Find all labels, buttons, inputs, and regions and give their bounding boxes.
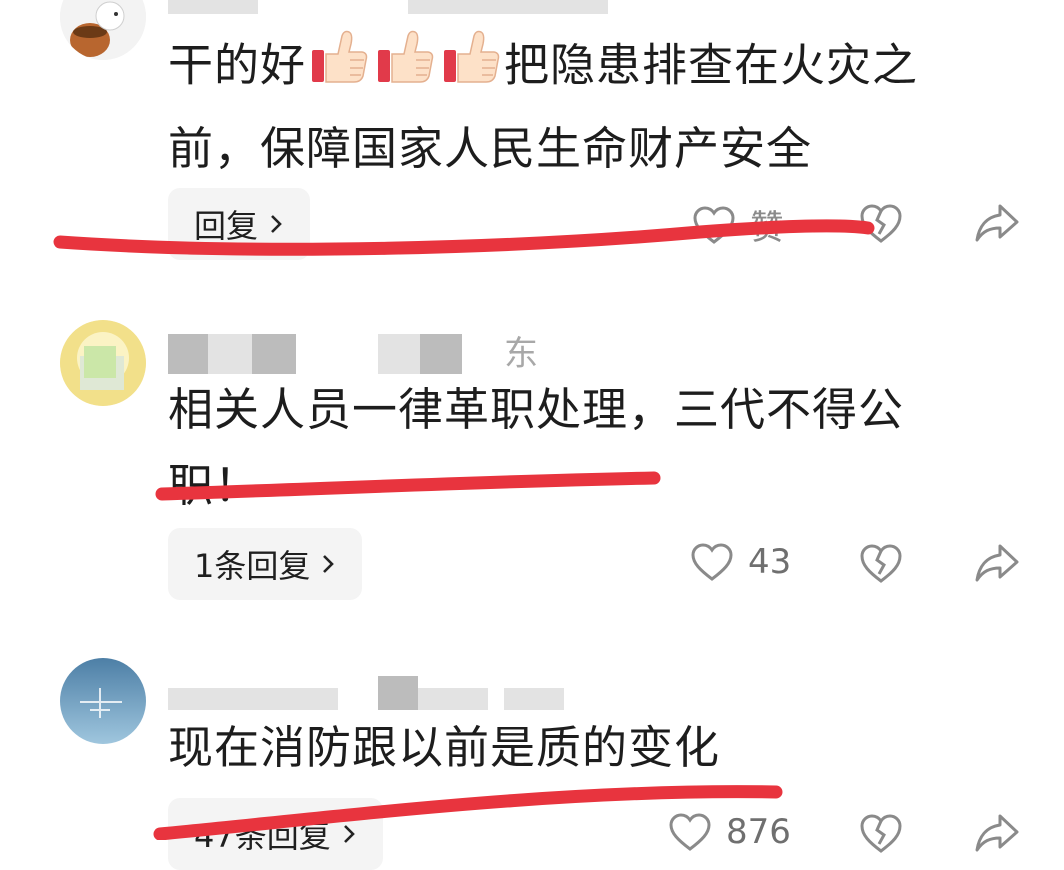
like-count: 876 [726, 812, 791, 852]
comment-text-line2: 职！ [168, 459, 261, 512]
location-label: 东 [504, 334, 538, 374]
like-button[interactable]: 赞 [692, 200, 784, 249]
reply-button[interactable]: 1条回复 [168, 528, 363, 600]
thumbs-up-icon [308, 26, 370, 111]
reply-label: 47条回复 [194, 817, 331, 855]
share-icon[interactable] [974, 202, 1020, 244]
comment-text: 干的好 把隐患排查在火灾之 前，保障国家人民生命财产安全 [168, 26, 988, 187]
like-button[interactable]: 43 [690, 542, 791, 582]
chevron-right-icon [323, 555, 335, 573]
comment-text-line2: 前，保障国家人民生命财产安全 [168, 122, 813, 175]
avatar[interactable] [60, 320, 146, 406]
dislike-icon[interactable] [858, 812, 904, 854]
comment-meta: 东 [168, 328, 588, 374]
heart-icon [691, 543, 733, 581]
comment-text-line1: 相关人员一律革职处理，三代不得公 [168, 383, 905, 436]
comment-2: 东 相关人员一律革职处理，三代不得公 职！ 1条回复 43 [0, 300, 1064, 610]
avatar[interactable] [60, 658, 146, 744]
reply-button[interactable]: 回复 [168, 188, 311, 260]
reply-label: 1条回复 [194, 547, 311, 585]
comment-meta [168, 0, 608, 18]
like-button[interactable]: 876 [668, 812, 791, 852]
share-icon[interactable] [974, 812, 1020, 854]
avatar-image [60, 658, 146, 744]
like-count: 43 [748, 542, 792, 582]
share-icon[interactable] [974, 542, 1020, 584]
like-label: 赞 [750, 208, 784, 248]
comment-3: 现在消防跟以前是质的变化 47条回复 876 [0, 640, 1064, 870]
comment-meta [168, 670, 588, 710]
comment-text-line1: 现在消防跟以前是质的变化 [168, 721, 721, 774]
thumbs-up-icon [374, 26, 436, 111]
chevron-right-icon [343, 825, 355, 843]
avatar[interactable] [60, 0, 146, 60]
avatar-image [60, 320, 146, 406]
chevron-right-icon [271, 215, 282, 233]
heart-icon [693, 205, 735, 244]
comment-text: 相关人员一律革职处理，三代不得公 职！ [168, 372, 988, 524]
reply-label: 回复 [194, 207, 259, 245]
comment-text: 现在消防跟以前是质的变化 [168, 710, 988, 786]
dislike-icon[interactable] [858, 202, 904, 244]
comment-text-start: 干的好 [168, 38, 307, 92]
comment-1: 干的好 把隐患排查在火灾之 前，保障国家人民生命财产安全 回复 赞 [0, 0, 1064, 280]
thumbs-up-icon [440, 26, 502, 111]
comment-text-end: 把隐患排查在火灾之 [504, 38, 919, 92]
heart-icon [669, 813, 711, 851]
avatar-image [60, 0, 146, 60]
reply-button[interactable]: 47条回复 [168, 798, 383, 870]
dislike-icon[interactable] [858, 542, 904, 584]
